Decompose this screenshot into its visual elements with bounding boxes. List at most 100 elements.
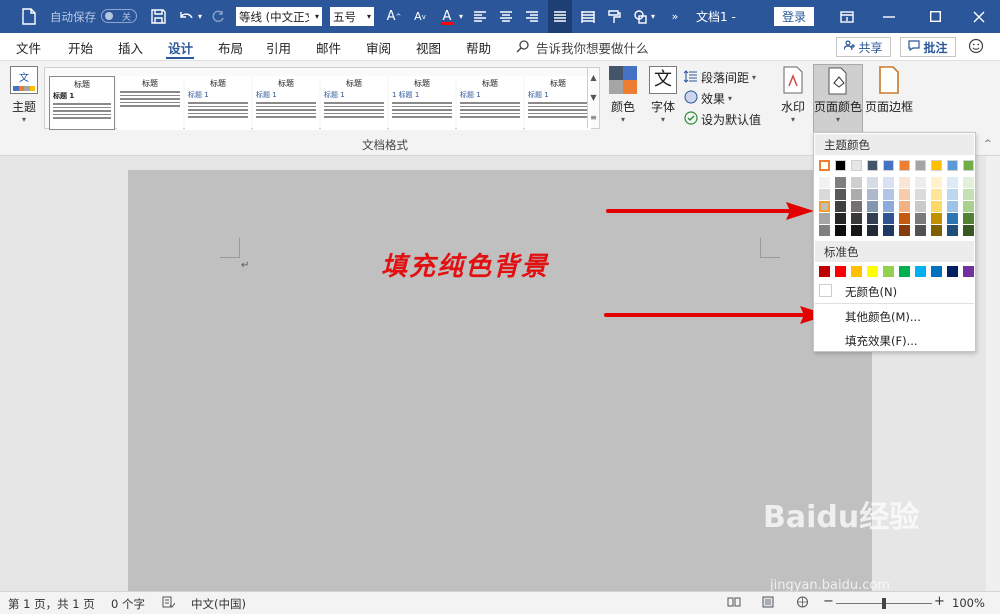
theme-color-swatch[interactable] [899,160,910,171]
tab-references[interactable]: 引用 [266,38,291,57]
theme-color-swatch[interactable] [867,160,878,171]
theme-color-swatch[interactable] [819,160,830,171]
tab-design[interactable]: 设计 [168,38,193,57]
proofing-icon[interactable] [162,596,176,611]
theme-shade-swatch[interactable] [819,201,830,212]
theme-shade-swatch[interactable] [851,177,862,188]
watermark-button[interactable]: 水印 ▾ [776,66,810,130]
undo-dropdown-icon[interactable]: ▾ [196,0,204,33]
theme-color-swatch[interactable] [947,160,958,171]
set-as-default-button[interactable]: 设为默认值 [684,111,761,128]
theme-shade-swatch[interactable] [963,177,974,188]
minimize-icon[interactable] [878,0,900,33]
theme-shade-swatch[interactable] [851,213,862,224]
theme-shade-swatch[interactable] [899,213,910,224]
align-left-icon[interactable] [470,0,490,33]
theme-shade-swatch[interactable] [883,177,894,188]
theme-shade-swatch[interactable] [835,201,846,212]
theme-shade-swatch[interactable] [899,189,910,200]
tab-help[interactable]: 帮助 [466,38,491,57]
standard-color-swatch[interactable] [883,266,894,277]
theme-shade-swatch[interactable] [883,213,894,224]
tab-review[interactable]: 审阅 [366,38,391,57]
theme-shade-swatch[interactable] [915,177,926,188]
gallery-scroll[interactable]: ▲ ▼ ≡ [587,68,599,128]
theme-shade-swatch[interactable] [851,225,862,236]
theme-shade-swatch[interactable] [915,225,926,236]
font-color-icon[interactable]: A [436,0,458,33]
autosave-toggle[interactable]: 关 [101,9,137,23]
theme-shade-swatch[interactable] [931,213,942,224]
theme-shade-swatch[interactable] [883,201,894,212]
zoom-slider[interactable] [836,598,932,609]
comments-button[interactable]: 批注 [900,37,956,57]
theme-shade-swatch[interactable] [915,189,926,200]
theme-shade-swatch[interactable] [835,213,846,224]
standard-color-swatch[interactable] [851,266,862,277]
close-icon[interactable] [968,0,990,33]
page-color-button[interactable]: 页面颜色 ▾ [813,64,863,133]
tab-file[interactable]: 文件 [16,38,41,57]
theme-color-swatch[interactable] [915,160,926,171]
theme-shade-swatch[interactable] [947,225,958,236]
fonts-button[interactable]: 文 字体 ▾ [644,66,682,130]
standard-color-swatch[interactable] [819,266,830,277]
tell-me-search[interactable]: 告诉我你想要做什么 [536,38,649,57]
theme-shade-swatch[interactable] [835,189,846,200]
ribbon-display-icon[interactable] [836,0,858,33]
print-layout-icon[interactable] [762,596,774,611]
style-thumbnail[interactable]: 标题 标题 1 [321,76,387,130]
style-thumbnail[interactable]: 标题 [117,76,183,130]
align-center-icon[interactable] [496,0,516,33]
theme-shade-swatch[interactable] [963,225,974,236]
more-colors-item[interactable]: 其他颜色(M)... [845,309,921,325]
standard-color-swatch[interactable] [963,266,974,277]
theme-color-swatch[interactable] [931,160,942,171]
font-name-box[interactable]: 等线 (中文正文) ▾ [236,7,322,26]
collapse-ribbon-icon[interactable]: ^ [984,139,992,149]
shapes-icon[interactable] [630,0,650,33]
theme-shade-swatch[interactable] [915,213,926,224]
theme-shade-swatch[interactable] [819,225,830,236]
theme-color-swatch[interactable] [963,160,974,171]
theme-shade-swatch[interactable] [947,189,958,200]
zoom-in-button[interactable]: + [934,594,945,609]
font-color-dropdown-icon[interactable]: ▾ [457,0,465,33]
style-thumbnail[interactable]: 标题 标题 1 [49,76,115,130]
theme-shade-swatch[interactable] [867,177,878,188]
grow-font-icon[interactable]: A ^ [384,0,404,33]
theme-shade-swatch[interactable] [851,189,862,200]
justify-icon[interactable] [548,0,572,33]
save-icon[interactable] [148,0,168,33]
paragraph-spacing-button[interactable]: 段落间距 ▾ [683,69,756,86]
standard-color-swatch[interactable] [947,266,958,277]
format-painter-icon[interactable] [604,0,624,33]
theme-color-swatch[interactable] [835,160,846,171]
theme-shade-swatch[interactable] [819,177,830,188]
undo-icon[interactable] [176,0,196,33]
style-gallery[interactable]: 标题 标题 1 标题 标题 标题 1 标题 标题 1 标题 标题 1 标题 1 标题 1 标题 标题 1… [44,67,600,130]
fill-effects-item[interactable]: 填充效果(F)... [845,333,918,349]
style-thumbnail[interactable]: 标题 标题 1 [185,76,251,130]
theme-color-swatch[interactable] [851,160,862,171]
theme-shade-swatch[interactable] [819,213,830,224]
font-size-box[interactable]: 五号 ▾ [330,7,374,26]
theme-shade-swatch[interactable] [899,225,910,236]
theme-shade-swatch[interactable] [931,225,942,236]
theme-shade-swatch[interactable] [947,213,958,224]
align-right-icon[interactable] [522,0,542,33]
zoom-out-button[interactable]: − [823,594,834,609]
theme-shade-swatch[interactable] [867,201,878,212]
theme-color-swatch[interactable] [883,160,894,171]
font-name-dropdown-icon[interactable]: ▾ [315,12,319,21]
standard-color-swatch[interactable] [931,266,942,277]
theme-shade-swatch[interactable] [835,177,846,188]
themes-button[interactable]: 文 主题 ▾ [6,66,42,128]
web-layout-icon[interactable] [796,596,809,611]
theme-shade-swatch[interactable] [931,177,942,188]
word-count[interactable]: 0 个字 [111,596,145,612]
theme-shade-swatch[interactable] [899,201,910,212]
maximize-icon[interactable] [924,0,946,33]
style-thumbnail[interactable]: 标题 1 标题 1 [389,76,455,130]
theme-shade-swatch[interactable] [931,189,942,200]
